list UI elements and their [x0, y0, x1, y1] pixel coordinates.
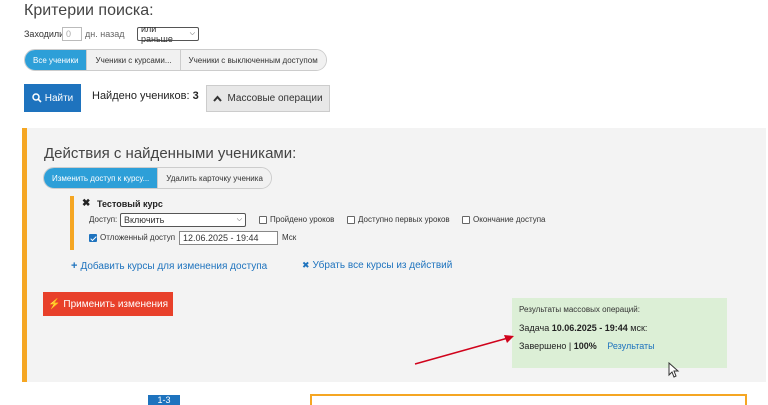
- task-suffix: мск:: [630, 323, 648, 333]
- find-button-label: Найти: [44, 92, 74, 104]
- tab-students-with-courses[interactable]: Ученики с курсами...: [87, 50, 181, 70]
- filter-tabs: Все ученики Ученики с курсами... Ученики…: [24, 49, 327, 71]
- action-tabs: Изменить доступ к курсу... Удалить карто…: [43, 167, 272, 189]
- notice-box: [310, 394, 747, 405]
- apply-changes-button[interactable]: ⚡ Применить изменения: [43, 292, 173, 316]
- annotation-arrow: [414, 335, 514, 365]
- add-courses-label: Добавить курсы для изменения доступа: [80, 260, 268, 272]
- mouse-cursor-icon: [668, 362, 680, 378]
- tab-disabled-access[interactable]: Ученики с выключенным доступом: [180, 50, 326, 70]
- tab-delete-card[interactable]: Удалить карточку ученика: [158, 168, 271, 188]
- close-icon: ✖: [302, 260, 310, 270]
- chevron-down-icon: ⌵: [236, 216, 242, 223]
- days-suffix: дн. назад: [85, 29, 125, 39]
- status-line: Завершено | 100% Результаты: [519, 341, 655, 351]
- option-label: Доступно первых уроков: [358, 215, 450, 224]
- access-row: Доступ:: [89, 215, 117, 224]
- timezone-label: Мск: [282, 233, 297, 242]
- criteria-title: Критерии поиска:: [24, 2, 154, 19]
- found-prefix: Найдено учеников:: [92, 90, 190, 102]
- task-time: 10.06.2025 - 19:44: [551, 323, 628, 333]
- period-select-value: или раньше: [141, 24, 173, 44]
- chevron-down-icon: ⌵: [189, 30, 195, 37]
- checkbox[interactable]: [259, 215, 267, 224]
- find-button[interactable]: Найти: [24, 84, 81, 112]
- access-select-value: Включить: [124, 215, 165, 225]
- chevron-up-icon: [213, 95, 223, 102]
- remove-all-courses-link[interactable]: ✖ Убрать все курсы из действий: [302, 260, 452, 271]
- remove-courses-label: Убрать все курсы из действий: [312, 260, 453, 271]
- remove-course-icon[interactable]: ✖: [82, 198, 90, 209]
- visited-label: Заходили: [24, 29, 65, 39]
- period-select[interactable]: или раньше ⌵: [137, 24, 199, 44]
- checkbox[interactable]: [462, 215, 470, 224]
- mass-operations-label: Массовые операции: [227, 93, 323, 104]
- search-icon: [31, 93, 42, 103]
- found-count: 3: [192, 90, 199, 102]
- tab-all-students[interactable]: Все ученики: [25, 50, 88, 70]
- tab-change-access[interactable]: Изменить доступ к курсу...: [44, 168, 159, 188]
- add-courses-link[interactable]: + Добавить курсы для изменения доступа: [71, 260, 267, 272]
- option-access-end[interactable]: Окончание доступа: [462, 215, 546, 224]
- pager-button[interactable]: 1-3: [148, 395, 180, 405]
- mass-operations-button[interactable]: Массовые операции: [206, 85, 330, 112]
- results-link[interactable]: Результаты: [607, 341, 654, 351]
- course-name: Тестовый курс: [97, 199, 163, 209]
- access-label: Доступ:: [89, 215, 118, 224]
- access-select[interactable]: Включить ⌵: [120, 213, 246, 227]
- course-accent: [70, 196, 74, 250]
- results-title: Результаты массовых операций:: [519, 305, 640, 314]
- bolt-icon: ⚡: [47, 298, 61, 310]
- option-first-lessons[interactable]: Доступно первых уроков: [347, 215, 450, 224]
- apply-changes-label: Применить изменения: [63, 298, 169, 310]
- deferred-datetime-input[interactable]: 12.06.2025 - 19:44: [179, 231, 278, 245]
- days-input[interactable]: 0: [62, 27, 82, 41]
- option-lessons-passed[interactable]: Пройдено уроков: [259, 215, 334, 224]
- deferred-checkbox[interactable]: [89, 233, 97, 242]
- actions-panel-accent: [22, 128, 27, 382]
- status-prefix: Завершено |: [519, 341, 572, 351]
- status-percent: 100%: [573, 341, 597, 351]
- checkbox[interactable]: [347, 215, 355, 224]
- option-label: Пройдено уроков: [270, 215, 335, 224]
- deferred-access-option[interactable]: Отложенный доступ: [89, 233, 175, 242]
- task-prefix: Задача: [519, 323, 550, 333]
- task-line: Задача 10.06.2025 - 19:44 мск:: [519, 323, 647, 333]
- found-count-text: Найдено учеников: 3: [92, 90, 199, 102]
- option-label: Окончание доступа: [473, 215, 546, 224]
- mass-ops-results: Результаты массовых операций: Задача 10.…: [512, 298, 727, 368]
- plus-icon: +: [71, 260, 78, 272]
- actions-title: Действия с найденными учениками:: [44, 145, 297, 162]
- deferred-label: Отложенный доступ: [100, 233, 176, 242]
